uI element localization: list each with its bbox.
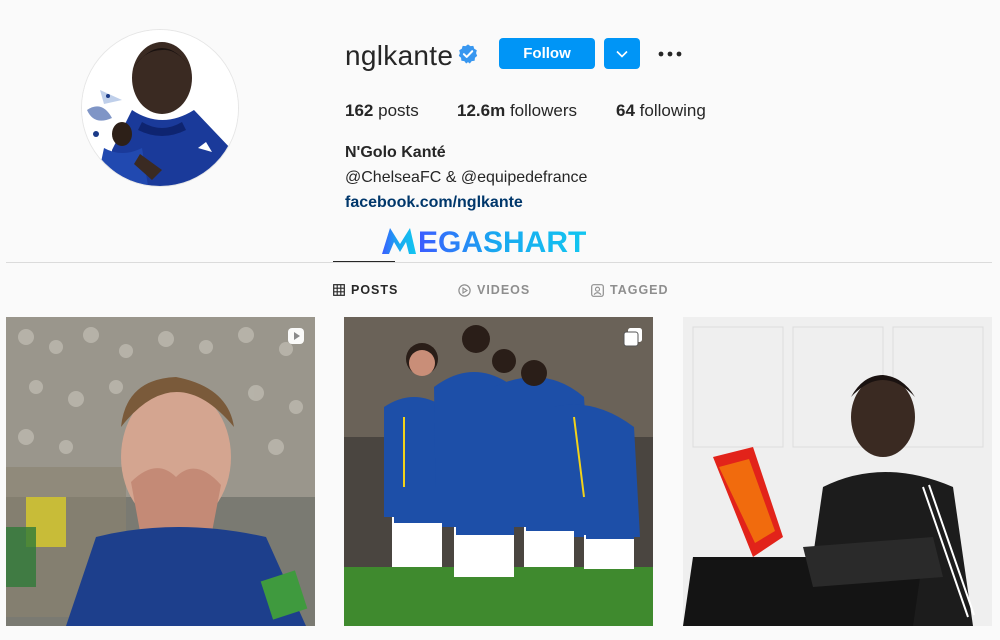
- chevron-down-icon: [616, 50, 628, 58]
- followers-stat[interactable]: 12.6m followers: [457, 100, 577, 122]
- play-circle-icon: [458, 283, 471, 297]
- suggested-accounts-dropdown-button[interactable]: [604, 38, 640, 69]
- follow-button[interactable]: Follow: [499, 38, 595, 69]
- grid-icon: [333, 284, 345, 296]
- tab-posts-label: POSTS: [351, 283, 399, 297]
- tab-videos-label: VIDEOS: [477, 283, 531, 297]
- tab-posts[interactable]: POSTS: [333, 283, 398, 297]
- verified-badge-icon: [458, 44, 478, 64]
- post-tile[interactable]: [683, 317, 992, 626]
- active-tab-indicator: [333, 261, 395, 262]
- profile-full-name: N'Golo Kanté: [345, 144, 446, 161]
- followers-count: 12.6m: [457, 101, 506, 120]
- post-thumbnail-image: [683, 317, 992, 626]
- tab-tagged-label: TAGGED: [610, 283, 669, 297]
- profile-username: nglkante: [345, 40, 454, 71]
- posts-count: 162: [345, 101, 374, 120]
- video-post-icon: [288, 328, 304, 344]
- profile-avatar[interactable]: [82, 30, 238, 186]
- following-count: 64: [616, 101, 635, 120]
- following-stat[interactable]: 64 following: [616, 100, 706, 122]
- profile-divider: [6, 262, 992, 263]
- posts-stat: 162 posts: [345, 100, 419, 122]
- following-label: following: [639, 101, 706, 120]
- post-tile[interactable]: [6, 317, 315, 626]
- posts-label: posts: [378, 101, 419, 120]
- more-options-button[interactable]: [656, 40, 684, 68]
- megashart-watermark-logo: EGASHART: [382, 226, 586, 258]
- post-tile[interactable]: [344, 317, 653, 626]
- carousel-post-icon: [623, 328, 642, 347]
- post-thumbnail-image: [6, 317, 315, 626]
- more-dots-icon: [658, 51, 682, 57]
- followers-label: followers: [509, 101, 578, 120]
- tab-videos[interactable]: VIDEOS: [458, 283, 530, 297]
- post-thumbnail-image: [344, 317, 653, 626]
- watermark-text: EGASHART: [418, 226, 586, 258]
- tag-user-icon: [591, 283, 604, 297]
- profile-external-link[interactable]: facebook.com/nglkante: [345, 194, 523, 212]
- tab-tagged[interactable]: TAGGED: [591, 283, 669, 297]
- profile-bio: @ChelseaFC & @equipedefrance: [345, 169, 588, 186]
